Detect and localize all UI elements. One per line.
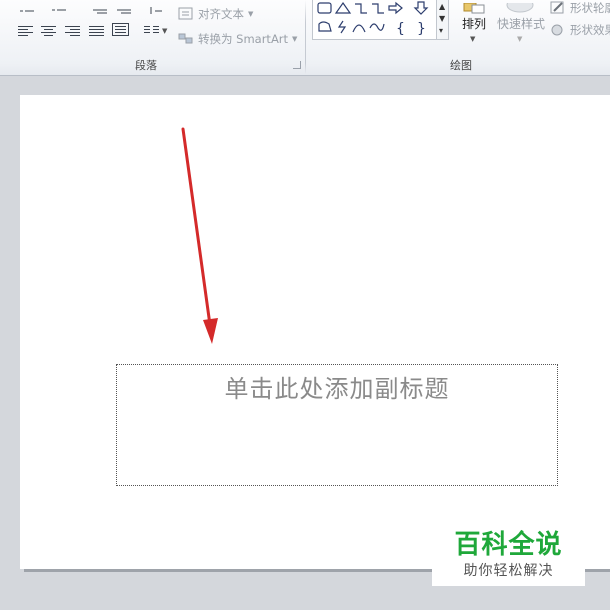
annotation-arrow-icon [181,127,218,344]
watermark-subtitle: 助你轻松解决 [463,563,554,579]
watermark: 百科全说 助你轻松解决 [432,520,585,586]
watermark-title: 百科全说 [454,530,563,560]
status-bar-strip [0,586,610,610]
